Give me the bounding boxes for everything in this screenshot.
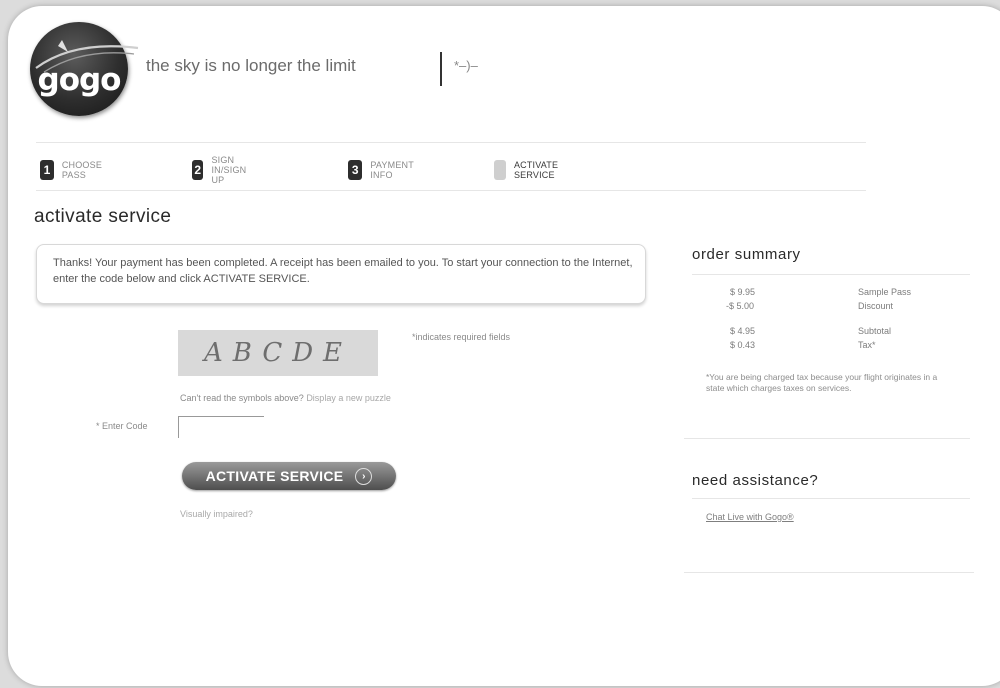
step-activate-service: 4 ACTIVATE SERVICE — [494, 159, 566, 181]
step-label: SIGN IN/SIGN UP — [211, 155, 247, 185]
confirmation-message: Thanks! Your payment has been completed.… — [36, 244, 646, 304]
required-note: *indicates required fields — [412, 332, 511, 342]
enter-code-input[interactable] — [178, 416, 264, 438]
assistance-rule — [692, 498, 970, 499]
summary-label: Sample Pass — [858, 287, 912, 297]
step-choose-pass: 1 CHOOSE PASS — [40, 159, 108, 181]
step-label: PAYMENT INFO — [370, 160, 414, 180]
summary-label: Subtotal — [858, 326, 892, 336]
gogo-logo[interactable]: gogo — [30, 22, 139, 116]
order-summary-title: order summary — [692, 246, 801, 263]
step-number: 3 — [348, 160, 363, 180]
step-number: 4 — [494, 160, 506, 180]
tagline: the sky is no longer the limit — [146, 56, 356, 75]
assistance-title: need assistance? — [692, 472, 819, 489]
cant-read-text: Can't read the symbols above? — [180, 393, 304, 403]
activate-service-button[interactable]: ACTIVATE SERVICE › — [182, 462, 396, 490]
page-card — [8, 6, 1000, 686]
summary-amount: -$ 5.00 — [726, 301, 755, 311]
summary-bottom-rule — [684, 438, 970, 439]
tagline-divider — [440, 52, 442, 86]
tax-note: *You are being charged tax because your … — [706, 372, 938, 393]
step-number: 1 — [40, 160, 54, 180]
steps-rule — [36, 190, 866, 191]
summary-amount: $ 4.95 — [730, 326, 756, 336]
step-label: CHOOSE PASS — [61, 160, 103, 180]
summary-amount: $ 0.43 — [730, 340, 756, 350]
step-number: 2 — [192, 160, 204, 180]
step-sign-in: 2 SIGN IN/SIGN UP — [192, 155, 255, 185]
chevron-right-icon: › — [355, 467, 373, 485]
summary-label: Discount — [858, 301, 894, 311]
new-puzzle-link[interactable]: Display a new puzzle — [306, 393, 391, 403]
summary-rule — [692, 274, 970, 275]
captcha-image: ABCDE — [178, 330, 378, 376]
logo-text: gogo — [37, 62, 122, 98]
enter-code-label: * Enter Code — [96, 421, 148, 431]
captcha-help: Can't read the symbols above? Display a … — [180, 393, 391, 403]
captcha-text: ABCDE — [203, 338, 353, 368]
summary-label: Tax* — [858, 340, 876, 350]
page-title: activate service — [34, 206, 172, 227]
summary-amount: $ 9.95 — [730, 287, 756, 297]
message-text: Thanks! Your payment has been completed.… — [53, 257, 633, 285]
chat-live-link[interactable]: Chat Live with Gogo® — [706, 512, 794, 522]
plane-icon: *–)– — [454, 58, 478, 73]
visually-impaired-link[interactable]: Visually impaired? — [180, 509, 253, 519]
step-label: ACTIVATE SERVICE — [513, 160, 559, 180]
activate-button-label: ACTIVATE SERVICE — [205, 468, 344, 484]
assistance-bottom-rule — [684, 572, 974, 573]
header-rule — [36, 142, 866, 143]
step-payment-info: 3 PAYMENT INFO — [348, 159, 419, 181]
